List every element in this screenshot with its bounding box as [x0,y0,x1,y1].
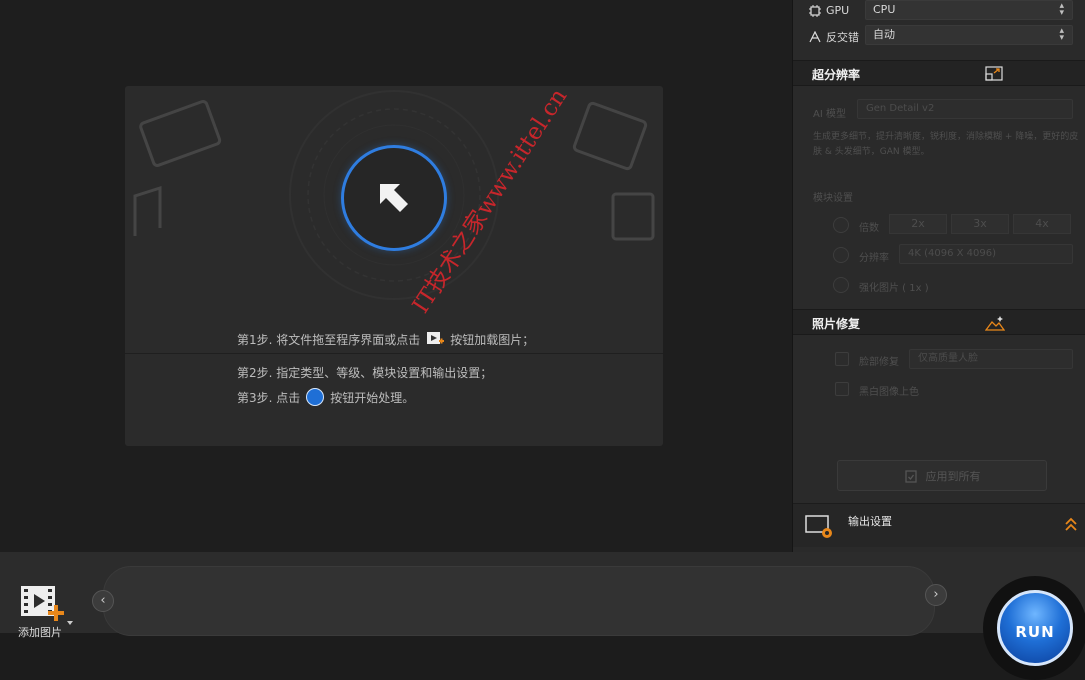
enhance-label: 强化图片 ( 1x ) [859,283,929,294]
thumbnail-strip[interactable] [103,566,935,636]
deinterlace-label-text: 反交错 [826,31,859,44]
step-2: 第2步. 指定类型、等级、模块设置和输出设置； [237,364,492,381]
ai-model-description: 生成更多细节，提升清晰度，锐利度，消除模糊 + 降噪，更好的皮肤 & 头发细节，… [813,132,1079,157]
gpu-select[interactable]: CPU ▴ ▾ [865,0,1073,20]
ai-model-select[interactable]: Gen Detail v2 [857,99,1073,119]
enhance-radio[interactable] [833,277,849,293]
apply-all-button[interactable]: 应用到所有 [837,460,1047,491]
select-arrows-icon: ▴ ▾ [1059,26,1064,43]
scale-3x-button[interactable]: 3x [951,214,1009,234]
step-3: 第3步. 点击 按钮开始处理。 [237,388,414,406]
clipboard-check-icon [904,469,917,483]
deinterlace-select[interactable]: 自动 ▴ ▾ [865,25,1073,45]
step-1-text-end: 按钮加载图片； [450,332,535,347]
deinterlace-value: 自动 [873,28,895,41]
step-2-text: 第2步. 指定类型、等级、模块设置和输出设置； [237,366,493,380]
scale-2x-button[interactable]: 2x [889,214,947,234]
gpu-label-text: GPU [826,4,850,17]
face-repair-select[interactable]: 仅高质量人脸 [909,349,1073,369]
prev-button[interactable]: ‹ [92,590,114,612]
step-1-text: 第1步. 将文件拖至程序界面或点击 [237,332,421,347]
output-settings-row[interactable]: 输出设置 [793,503,1085,547]
output-settings-label: 输出设置 [848,515,892,528]
deinterlace-label: 反交错 [809,29,859,45]
decorative-music-icon [133,185,162,236]
resolution-value: 4K (4096 X 4096) [908,248,997,259]
face-repair-checkbox[interactable] [835,352,849,366]
ai-model-value: Gen Detail v2 [866,103,935,114]
scale-4x-button[interactable]: 4x [1013,214,1071,234]
resolution-radio[interactable] [833,247,849,263]
colorize-checkbox[interactable] [835,382,849,396]
face-repair-value: 仅高质量人脸 [918,353,978,364]
photo-repair-icon [985,316,1005,331]
next-button[interactable]: › [925,584,947,606]
decorative-image-icon [139,99,222,167]
resolution-label: 分辨率 [859,253,889,264]
colorize-label: 黑白图像上色 [859,387,919,398]
add-image-mini-icon [427,332,445,344]
ai-model-label: AI 模型 [813,109,846,120]
run-label: RUN [1015,623,1055,641]
chip-icon [809,4,821,17]
output-settings-icon [805,515,832,538]
super-resolution-header[interactable]: 超分辨率 [793,60,1085,86]
multiple-radio[interactable] [833,217,849,233]
multiple-label: 倍数 [859,223,879,234]
bottom-bar: ‹ › 添加图片 RUN [0,552,1085,680]
drop-zone[interactable]: 第1步. 将文件拖至程序界面或点击 按钮加载图片； 第2步. 指定类型、等级、模… [125,86,663,446]
photo-repair-header[interactable]: 照片修复 [793,309,1085,335]
apply-all-label: 应用到所有 [925,469,981,483]
run-button-ring: RUN [983,576,1085,680]
gpu-value: CPU [873,3,896,16]
decorative-picture-icon [572,101,648,171]
run-mini-icon [306,388,325,406]
decorative-film-icon [611,192,655,241]
deinterlace-icon [809,31,821,43]
photo-repair-title: 照片修复 [812,317,861,331]
load-file-button[interactable] [341,145,447,251]
arrow-up-left-icon [380,184,408,212]
preview-area[interactable]: 第1步. 将文件拖至程序界面或点击 按钮加载图片； 第2步. 指定类型、等级、模… [0,0,792,552]
super-resolution-title: 超分辨率 [812,68,861,82]
drop-zone-top: 第1步. 将文件拖至程序界面或点击 按钮加载图片； [125,86,663,354]
run-button[interactable]: RUN [997,590,1073,666]
module-settings-label: 模块设置 [813,193,853,204]
settings-panel: GPU CPU ▴ ▾ 反交错 自动 ▴ ▾ 超分辨率 AI 模型 Gen Deta… [792,0,1085,552]
step-3-text-end: 按钮开始处理。 [330,390,415,405]
add-image-label: 添加图片 [18,626,62,639]
face-repair-label: 脸部修复 [859,357,899,368]
resolution-select[interactable]: 4K (4096 X 4096) [899,244,1073,264]
select-arrows-icon: ▴ ▾ [1059,1,1064,18]
gpu-label: GPU [809,4,849,17]
double-chevron-up-icon[interactable] [1064,517,1078,531]
upscale-icon [985,66,1003,81]
step-3-text: 第3步. 点击 [237,390,301,405]
step-1: 第1步. 将文件拖至程序界面或点击 按钮加载图片； [237,330,534,348]
